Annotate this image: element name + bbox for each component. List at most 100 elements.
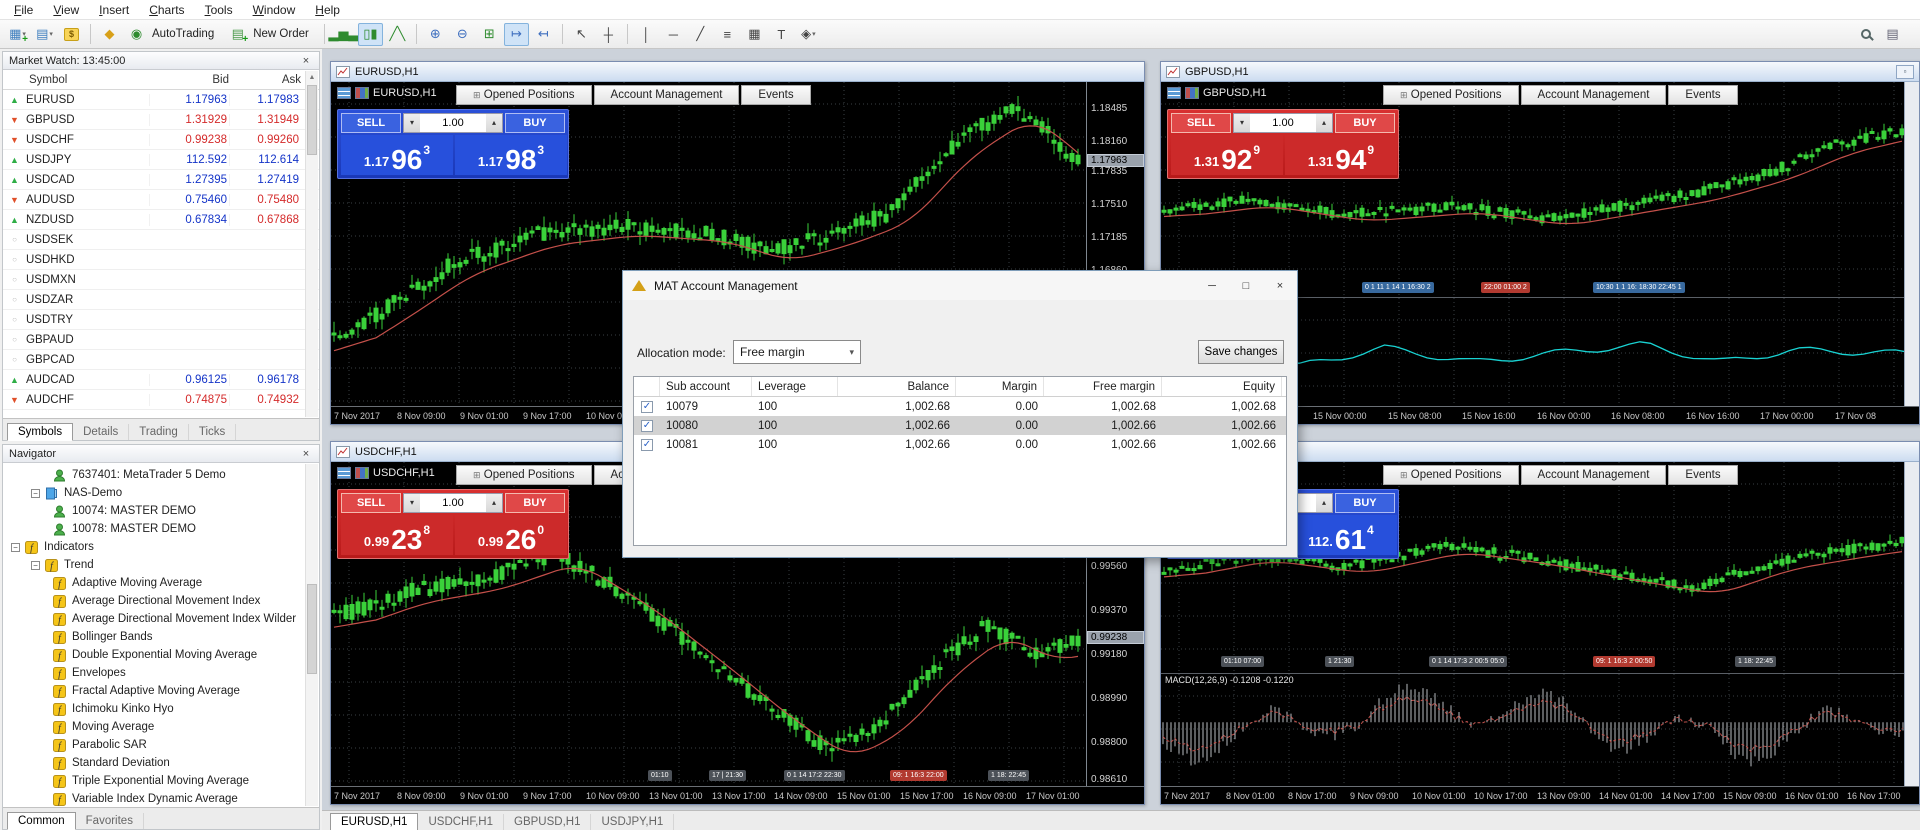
account-row-10080[interactable]: ✓100801001,002.660.001,002.661,002.66 bbox=[634, 416, 1286, 435]
market-watch-row-gbpaud[interactable]: ○GBPAUD bbox=[3, 330, 319, 350]
market-depth-icon[interactable] bbox=[337, 467, 351, 479]
chart-button-events[interactable]: Events bbox=[741, 85, 810, 105]
shapes-icon[interactable]: ◈ bbox=[796, 23, 821, 46]
event-badge[interactable]: 01:10 bbox=[648, 770, 672, 781]
chart-button-opened-positions[interactable]: ⊞ Opened Positions bbox=[1383, 85, 1519, 105]
grid-icon[interactable]: ▦ bbox=[742, 23, 767, 46]
sell-button[interactable]: SELL bbox=[341, 113, 401, 133]
event-badge[interactable]: 22:00 01:00 2 bbox=[1481, 282, 1530, 293]
navigator-item-indicators[interactable]: −fIndicators bbox=[3, 538, 319, 556]
checkbox[interactable]: ✓ bbox=[641, 439, 653, 451]
navigator-item-parabolic-sar[interactable]: fParabolic SAR bbox=[3, 736, 319, 754]
navigator-item-average-directional-movement-index[interactable]: fAverage Directional Movement Index bbox=[3, 592, 319, 610]
trendline-icon[interactable]: ╱ bbox=[688, 23, 713, 46]
market-watch-row-nzdusd[interactable]: ▲NZDUSD0.678340.67868 bbox=[3, 210, 319, 230]
chart-tab-usdchf-h1[interactable]: USDCHF,H1 bbox=[418, 814, 504, 830]
chart-button-events[interactable]: Events bbox=[1668, 85, 1737, 105]
sell-price[interactable]: 0.99238 bbox=[341, 515, 453, 555]
allocation-mode-select[interactable]: Free margin ▾ bbox=[733, 340, 861, 364]
tab-common[interactable]: Common bbox=[7, 812, 76, 830]
collapse-icon[interactable]: − bbox=[31, 489, 40, 498]
menu-help[interactable]: Help bbox=[305, 1, 350, 19]
account-row-10081[interactable]: ✓100811001,002.660.001,002.661,002.66 bbox=[634, 435, 1286, 454]
volume-stepper[interactable]: ▾1.00▴ bbox=[1233, 113, 1333, 133]
save-changes-button[interactable]: Save changes bbox=[1198, 340, 1284, 364]
tab-ticks[interactable]: Ticks bbox=[189, 424, 236, 440]
market-watch-row-eurusd[interactable]: ▲EURUSD1.179631.17983 bbox=[3, 90, 319, 110]
zoom-in-icon[interactable]: ⊕ bbox=[423, 23, 448, 46]
chart-window-titlebar[interactable]: GBPUSD,H1▫ bbox=[1161, 62, 1919, 82]
navigator-item-ichimoku-kinko-hyo[interactable]: fIchimoku Kinko Hyo bbox=[3, 700, 319, 718]
bar-chart-icon[interactable]: ▂▅▃ bbox=[331, 23, 356, 46]
autotrading-icon[interactable]: ◉ bbox=[124, 23, 149, 46]
volume-down-icon[interactable]: ▾ bbox=[1234, 114, 1250, 132]
checkbox[interactable]: ✓ bbox=[641, 401, 653, 413]
chart-tab-gbpusd-h1[interactable]: GBPUSD,H1 bbox=[504, 814, 591, 830]
sell-button[interactable]: SELL bbox=[1171, 113, 1231, 133]
market-watch-row-usdmxn[interactable]: ○USDMXN bbox=[3, 270, 319, 290]
navigator-item-standard-deviation[interactable]: fStandard Deviation bbox=[3, 754, 319, 772]
layout-icon[interactable]: ▤ bbox=[1880, 23, 1905, 46]
chart-type-icon[interactable] bbox=[355, 467, 369, 479]
close-icon[interactable]: × bbox=[299, 55, 313, 67]
buy-price[interactable]: 1.31949 bbox=[1285, 135, 1397, 175]
chart-type-icon[interactable] bbox=[355, 87, 369, 99]
navigator-item-variable-index-dynamic-average[interactable]: fVariable Index Dynamic Average bbox=[3, 790, 319, 808]
chart-button-account-management[interactable]: Account Management bbox=[1521, 465, 1667, 485]
volume-down-icon[interactable]: ▾ bbox=[404, 494, 420, 512]
market-watch-row-usdhkd[interactable]: ○USDHKD bbox=[3, 250, 319, 270]
volume-up-icon[interactable]: ▴ bbox=[1316, 114, 1332, 132]
market-watch-row-usdcad[interactable]: ▲USDCAD1.273951.27419 bbox=[3, 170, 319, 190]
coins-icon[interactable]: $ bbox=[59, 23, 84, 46]
chart-button-account-management[interactable]: Account Management bbox=[594, 85, 740, 105]
menu-tools[interactable]: Tools bbox=[195, 1, 243, 19]
text-icon[interactable]: T bbox=[769, 23, 794, 46]
menu-charts[interactable]: Charts bbox=[139, 1, 194, 19]
event-badge[interactable]: 10:30 1 1 16: 18:30 22:45 1 bbox=[1593, 282, 1685, 293]
navigator-item-10074-master-demo[interactable]: 10074: MASTER DEMO bbox=[3, 502, 319, 520]
minimize-icon[interactable]: ─ bbox=[1195, 274, 1229, 298]
buy-price[interactable]: 1.17983 bbox=[455, 135, 567, 175]
navigator-item-10078-master-demo[interactable]: 10078: MASTER DEMO bbox=[3, 520, 319, 538]
navigator-item-triple-exponential-moving-average[interactable]: fTriple Exponential Moving Average bbox=[3, 772, 319, 790]
navigator-item-bollinger-bands[interactable]: fBollinger Bands bbox=[3, 628, 319, 646]
market-depth-icon[interactable] bbox=[337, 87, 351, 99]
event-badge[interactable]: 0 1 11 1 14 1 16:30 2 bbox=[1362, 282, 1434, 293]
autoscroll-icon[interactable]: ↦ bbox=[504, 23, 529, 46]
market-watch-scrollbar[interactable]: ▲ bbox=[305, 71, 318, 417]
navigator-item-7637401-metatrader-5-demo[interactable]: 7637401: MetaTrader 5 Demo bbox=[3, 466, 319, 484]
buy-price[interactable]: 0.99260 bbox=[455, 515, 567, 555]
market-watch-row-audusd[interactable]: ▼AUDUSD0.754600.75480 bbox=[3, 190, 319, 210]
metaeditor-icon[interactable]: ◆ bbox=[97, 23, 122, 46]
chart-tab-usdjpy-h1[interactable]: USDJPY,H1 bbox=[591, 814, 674, 830]
sell-price[interactable]: 1.31929 bbox=[1171, 135, 1283, 175]
buy-button[interactable]: BUY bbox=[1335, 493, 1395, 513]
sell-button[interactable]: SELL bbox=[341, 493, 401, 513]
event-badge[interactable]: 0 1 14 17:2 22:30 bbox=[784, 770, 845, 781]
vertical-line-icon[interactable]: │ bbox=[634, 23, 659, 46]
buy-button[interactable]: BUY bbox=[1335, 113, 1395, 133]
window-restore-icon[interactable]: ▫ bbox=[1896, 65, 1914, 79]
collapse-icon[interactable]: − bbox=[11, 543, 20, 552]
tab-trading[interactable]: Trading bbox=[129, 424, 189, 440]
volume-value[interactable]: 1.00 bbox=[420, 114, 486, 132]
menu-file[interactable]: File bbox=[4, 1, 43, 19]
tab-symbols[interactable]: Symbols bbox=[7, 423, 73, 441]
chart-button-opened-positions[interactable]: ⊞ Opened Positions bbox=[456, 85, 592, 105]
volume-value[interactable]: 1.00 bbox=[1250, 114, 1316, 132]
candlestick-chart-icon[interactable]: ▯▮ bbox=[358, 23, 383, 46]
event-badge[interactable]: 1 18: 22:45 bbox=[1735, 656, 1776, 667]
volume-stepper[interactable]: ▾1.00▴ bbox=[403, 493, 503, 513]
chart-tab-eurusd-h1[interactable]: EURUSD,H1 bbox=[330, 813, 418, 830]
event-badge[interactable]: 1 21:30 bbox=[1325, 656, 1354, 667]
volume-value[interactable]: 1.00 bbox=[420, 494, 486, 512]
volume-up-icon[interactable]: ▴ bbox=[1316, 494, 1332, 512]
market-watch-row-audchf[interactable]: ▼AUDCHF0.748750.74932 bbox=[3, 390, 319, 410]
close-icon[interactable]: × bbox=[299, 448, 313, 460]
event-badge[interactable]: 0 1 14 17:3 2 00:5 05:0 bbox=[1429, 656, 1507, 667]
chart-button-opened-positions[interactable]: ⊞ Opened Positions bbox=[1383, 465, 1519, 485]
chart-button-account-management[interactable]: Account Management bbox=[1521, 85, 1667, 105]
zoom-out-icon[interactable]: ⊖ bbox=[450, 23, 475, 46]
market-watch-row-usdsek[interactable]: ○USDSEK bbox=[3, 230, 319, 250]
market-watch-row-gbpcad[interactable]: ○GBPCAD bbox=[3, 350, 319, 370]
